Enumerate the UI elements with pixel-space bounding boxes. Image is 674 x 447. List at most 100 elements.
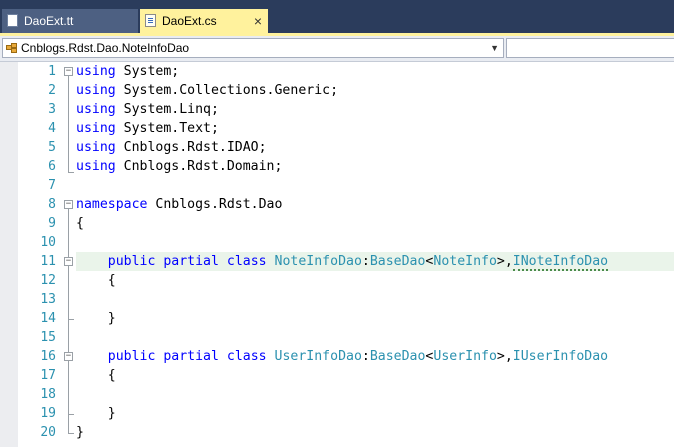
code-line-2: using System.Collections.Generic;: [76, 81, 674, 100]
line-number: 3: [48, 102, 56, 117]
tab-label: DaoExt.cs: [162, 14, 217, 28]
line-number: 14: [40, 311, 56, 326]
keyword: using: [76, 121, 116, 136]
code-line-9: {: [76, 214, 674, 233]
code-text: }: [76, 311, 116, 326]
outline-guide: [68, 76, 69, 172]
keyword: using: [76, 140, 116, 155]
keyword: class: [226, 254, 267, 269]
tab-daoext-cs[interactable]: DaoExt.cs ×: [140, 9, 268, 33]
line-number: 9: [48, 216, 56, 231]
line-numbers: 1 2 3 4 5 6 7 8 9 10 11 12 13 14 15 16 1…: [18, 62, 56, 442]
chevron-down-icon[interactable]: ▼: [490, 39, 499, 57]
outline-guide-end: [68, 319, 74, 320]
outline-guide-end: [68, 414, 74, 415]
type-dropdown-value: Cnblogs.Rdst.Dao.NoteInfoDao: [21, 41, 190, 55]
class-name: NoteInfoDao: [274, 254, 362, 269]
member-dropdown[interactable]: [506, 38, 674, 58]
close-tab-icon[interactable]: ×: [254, 9, 262, 33]
line-number: 2: [48, 83, 56, 98]
document-tab-bar: DaoExt.tt DaoExt.cs ×: [0, 0, 674, 36]
code-line-8: namespace Cnblogs.Rdst.Dao: [76, 195, 674, 214]
code-text: System;: [115, 64, 180, 79]
line-number: 10: [40, 235, 56, 250]
keyword: using: [76, 64, 116, 79]
base-type: BaseDao: [369, 254, 426, 269]
line-number: 6: [48, 159, 56, 174]
code-line-3: using System.Linq;: [76, 100, 674, 119]
code-line-20: }: [76, 423, 674, 442]
collapse-icon[interactable]: −: [64, 352, 73, 361]
code-line-12: {: [76, 271, 674, 290]
code-text: Cnblogs.Rdst.Dao: [147, 197, 283, 212]
code-text: Cnblogs.Rdst.IDAO;: [115, 140, 267, 155]
code-text: }: [76, 406, 116, 421]
code-text: System.Text;: [115, 121, 219, 136]
code-text: :: [361, 349, 370, 364]
keyword: partial: [163, 254, 219, 269]
code-editor[interactable]: 1 2 3 4 5 6 7 8 9 10 11 12 13 14 15 16 1…: [0, 62, 674, 447]
code-line-11: public partial class NoteInfoDao:BaseDao…: [76, 252, 674, 271]
code-text: >,: [496, 349, 513, 364]
navigation-bar: Cnblogs.Rdst.Dao.NoteInfoDao ▼: [0, 36, 674, 62]
line-number: 17: [40, 368, 56, 383]
line-number: 15: [40, 330, 56, 345]
code-line-6: using Cnblogs.Rdst.Domain;: [76, 157, 674, 176]
code-line-16: public partial class UserInfoDao:BaseDao…: [76, 347, 674, 366]
code-line-5: using Cnblogs.Rdst.IDAO;: [76, 138, 674, 157]
tab-daoext-tt[interactable]: DaoExt.tt: [2, 9, 138, 33]
outline-guide-end: [68, 433, 74, 434]
line-number: 4: [48, 121, 56, 136]
keyword: partial: [163, 349, 219, 364]
interface-name: INoteInfoDao: [512, 254, 609, 271]
code-text: Cnblogs.Rdst.Domain;: [115, 159, 283, 174]
indicator-margin: [0, 62, 18, 447]
line-number: 8: [48, 197, 56, 212]
outlining-margin: − − − −: [62, 62, 76, 447]
line-number: 5: [48, 140, 56, 155]
collapse-icon[interactable]: −: [64, 257, 73, 266]
line-number: 19: [40, 406, 56, 421]
line-number: 16: [40, 349, 56, 364]
csharp-file-icon: [145, 14, 156, 27]
code-text: }: [76, 425, 84, 440]
line-number: 1: [48, 64, 56, 79]
code-line-17: {: [76, 366, 674, 385]
line-number: 12: [40, 273, 56, 288]
outline-guide-end: [68, 172, 74, 173]
line-number: 13: [40, 292, 56, 307]
type-argument: NoteInfo: [433, 254, 497, 269]
base-type: BaseDao: [369, 349, 426, 364]
code-line-14: }: [76, 309, 674, 328]
keyword: class: [226, 349, 267, 364]
code-text: {: [76, 273, 116, 288]
code-text: {: [76, 368, 116, 383]
code-text[interactable]: using System; using System.Collections.G…: [76, 62, 674, 442]
file-icon: [7, 14, 18, 27]
keyword: public: [107, 254, 156, 269]
line-number: 20: [40, 425, 56, 440]
type-dropdown[interactable]: Cnblogs.Rdst.Dao.NoteInfoDao ▼: [2, 38, 504, 58]
keyword: using: [76, 83, 116, 98]
code-line-4: using System.Text;: [76, 119, 674, 138]
outline-guide: [68, 209, 69, 433]
code-line-19: }: [76, 404, 674, 423]
code-text: System.Collections.Generic;: [115, 83, 339, 98]
keyword: using: [76, 102, 116, 117]
interface-name: IUserInfoDao: [512, 349, 609, 364]
line-number: 11: [40, 254, 56, 269]
code-text: {: [76, 216, 84, 231]
tab-label: DaoExt.tt: [24, 14, 74, 28]
collapse-icon[interactable]: −: [64, 67, 73, 76]
keyword: using: [76, 159, 116, 174]
collapse-icon[interactable]: −: [64, 200, 73, 209]
type-argument: UserInfo: [433, 349, 497, 364]
class-name: UserInfoDao: [274, 349, 362, 364]
